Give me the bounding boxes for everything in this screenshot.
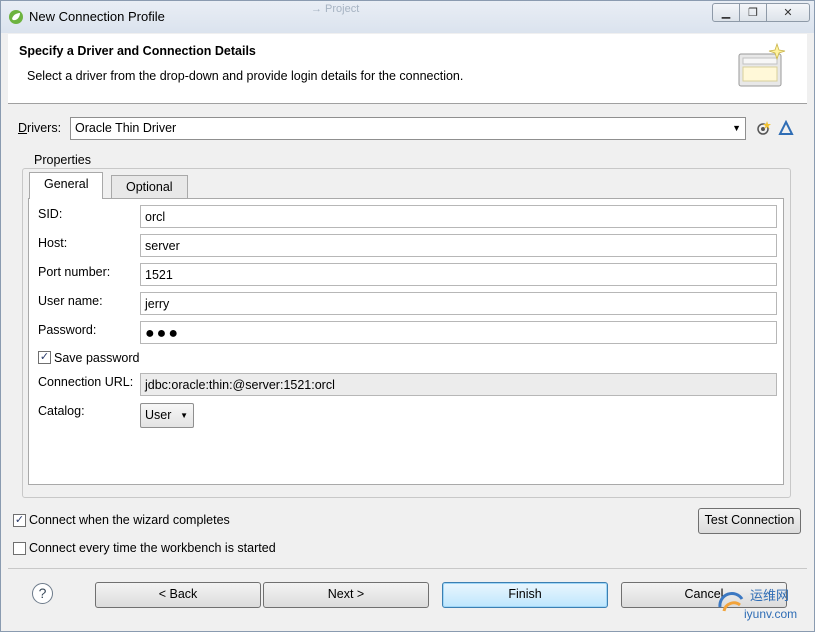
- host-label: Host:: [38, 236, 68, 250]
- back-button[interactable]: < Back: [95, 582, 261, 608]
- maximize-button[interactable]: ❐: [739, 3, 767, 22]
- background-window-hint: → Project: [311, 3, 360, 15]
- tab-optional[interactable]: Optional: [111, 175, 188, 199]
- password-input[interactable]: ●●●: [140, 321, 777, 344]
- connect-every-time-checkbox[interactable]: [13, 542, 26, 555]
- drivers-selected-value: Oracle Thin Driver: [75, 121, 177, 135]
- help-icon[interactable]: ?: [32, 583, 53, 604]
- chevron-down-icon: ▼: [180, 411, 188, 420]
- window-title: New Connection Profile: [29, 9, 165, 24]
- catalog-label: Catalog:: [38, 404, 85, 418]
- user-name-input[interactable]: jerry: [140, 292, 777, 315]
- port-input[interactable]: 1521: [140, 263, 777, 286]
- connection-url-field[interactable]: jdbc:oracle:thin:@server:1521:orcl: [140, 373, 777, 396]
- host-input[interactable]: server: [140, 234, 777, 257]
- tab-optional-label: Optional: [126, 180, 173, 194]
- banner-description: Select a driver from the drop-down and p…: [27, 69, 464, 83]
- minimize-button[interactable]: ▁: [712, 3, 740, 22]
- properties-label: Properties: [32, 153, 93, 167]
- tab-general[interactable]: General: [29, 172, 104, 199]
- connect-when-complete-checkbox[interactable]: ✓: [13, 514, 26, 527]
- title-bar: New Connection Profile → Project ▁ ❐ ✕: [1, 1, 814, 33]
- password-mask: ●●●: [145, 325, 180, 342]
- wizard-database-icon: [738, 42, 786, 87]
- catalog-dropdown[interactable]: User ▼: [140, 403, 194, 428]
- edit-driver-icon[interactable]: [778, 120, 794, 136]
- close-icon: ✕: [783, 7, 793, 19]
- restore-icon: ❐: [748, 7, 758, 19]
- password-label: Password:: [38, 323, 97, 337]
- port-label: Port number:: [38, 265, 111, 279]
- spring-leaf-icon: [9, 10, 23, 24]
- next-button[interactable]: Next >: [263, 582, 429, 608]
- sid-label: SID:: [38, 207, 63, 221]
- tab-general-label: General: [44, 177, 89, 191]
- new-driver-icon[interactable]: [756, 120, 772, 136]
- drivers-label: Drivers:: [18, 121, 62, 135]
- finish-button[interactable]: Finish: [442, 582, 608, 608]
- close-button[interactable]: ✕: [766, 3, 810, 22]
- catalog-selected-value: User: [145, 408, 172, 422]
- save-password-label: Save password: [54, 351, 140, 365]
- wizard-banner: Specify a Driver and Connection Details …: [8, 34, 807, 104]
- minimize-icon: ▁: [721, 7, 731, 19]
- watermark-logo-icon: [718, 592, 744, 612]
- chevron-down-icon: ▼: [732, 123, 741, 133]
- test-connection-button[interactable]: Test Connection: [698, 508, 801, 534]
- connect-when-complete-label: Connect when the wizard completes: [29, 513, 230, 527]
- save-password-checkbox[interactable]: ✓: [38, 351, 51, 364]
- user-name-label: User name:: [38, 294, 103, 308]
- sid-input[interactable]: orcl: [140, 205, 777, 228]
- footer-separator: [8, 568, 807, 569]
- dialog-window: New Connection Profile → Project ▁ ❐ ✕ S…: [0, 0, 815, 632]
- watermark-text-cn: 运维网: [750, 588, 790, 603]
- watermark-text-url: iyunv.com: [744, 607, 798, 621]
- connection-url-label: Connection URL:: [38, 375, 134, 389]
- connect-every-time-label: Connect every time the workbench is star…: [29, 541, 276, 555]
- banner-title: Specify a Driver and Connection Details: [19, 44, 256, 58]
- site-watermark: 运维网 iyunv.com: [716, 583, 808, 627]
- drivers-dropdown[interactable]: Oracle Thin Driver ▼: [70, 117, 746, 140]
